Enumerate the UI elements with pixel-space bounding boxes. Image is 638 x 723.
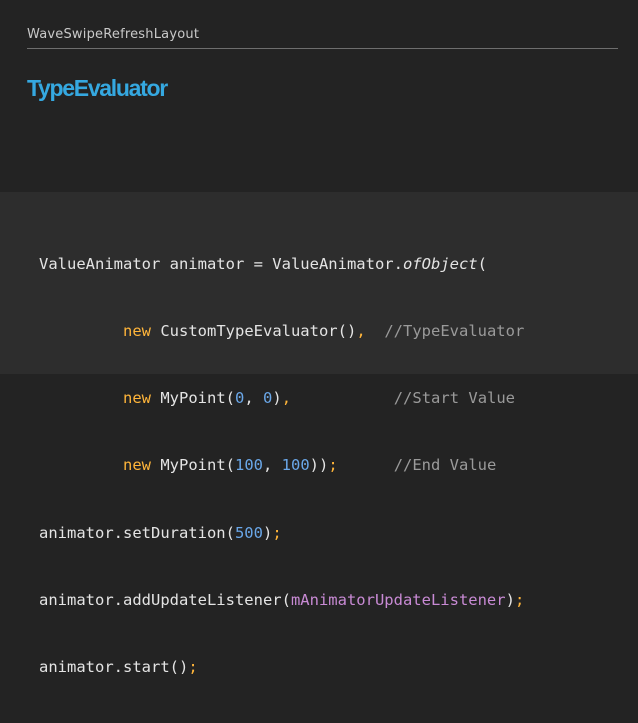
code-comment: //End Value: [393, 456, 497, 475]
code-punctuation: ;: [272, 523, 282, 542]
code-line: new CustomTypeEvaluator(), //TypeEvaluat…: [39, 320, 524, 342]
code-punctuation: ,: [281, 389, 292, 408]
code-text: animator.setDuration(: [39, 523, 235, 542]
code-method: ofObject: [402, 254, 478, 273]
code-text: MyPoint(: [151, 389, 235, 408]
code-text: MyPoint(: [151, 456, 235, 475]
code-snippet: ValueAnimator animator = ValueAnimator.o…: [39, 208, 524, 723]
header-divider: [27, 48, 618, 49]
code-keyword: new: [123, 456, 151, 475]
code-text: ,: [263, 456, 282, 475]
code-keyword: new: [123, 389, 151, 408]
code-text: CustomTypeEvaluator(): [151, 322, 357, 341]
code-line: new MyPoint(0, 0), //Start Value: [39, 387, 524, 409]
presentation-header: WaveSwipeRefreshLayout: [27, 27, 200, 42]
code-text: ): [505, 590, 515, 609]
code-number: 0: [263, 389, 273, 408]
code-number: 100: [281, 456, 310, 475]
code-number: 100: [235, 456, 263, 475]
code-number: 500: [234, 523, 263, 542]
code-variable: mAnimatorUpdateListener: [290, 590, 506, 609]
code-keyword: new: [123, 322, 151, 341]
code-punctuation: ;: [328, 456, 338, 475]
code-line: ValueAnimator animator = ValueAnimator.o…: [39, 253, 524, 275]
code-text: ,: [244, 389, 264, 408]
code-text: )): [309, 456, 329, 475]
code-text: animator.start(): [39, 658, 189, 677]
code-line: new MyPoint(100, 100)); //End Value: [39, 454, 524, 476]
code-number: 0: [235, 389, 245, 408]
code-line: animator.start();: [39, 656, 524, 678]
code-text: ValueAnimator animator = ValueAnimator.: [39, 254, 403, 273]
code-punctuation: ;: [514, 590, 525, 609]
code-comment: //TypeEvaluator: [384, 322, 525, 341]
code-block: ValueAnimator animator = ValueAnimator.o…: [0, 192, 638, 676]
slide-title: TypeEvaluator: [27, 75, 168, 101]
code-text: (: [477, 254, 487, 273]
code-line: animator.setDuration(500);: [39, 522, 524, 544]
code-text: ): [272, 389, 282, 408]
code-punctuation: ;: [188, 658, 198, 677]
code-text: ): [262, 523, 273, 542]
code-text: animator.addUpdateListener(: [39, 590, 291, 609]
code-line: animator.addUpdateListener(mAnimatorUpda…: [39, 589, 524, 611]
code-punctuation: ,: [356, 322, 366, 341]
code-comment: //Start Value: [393, 389, 516, 408]
